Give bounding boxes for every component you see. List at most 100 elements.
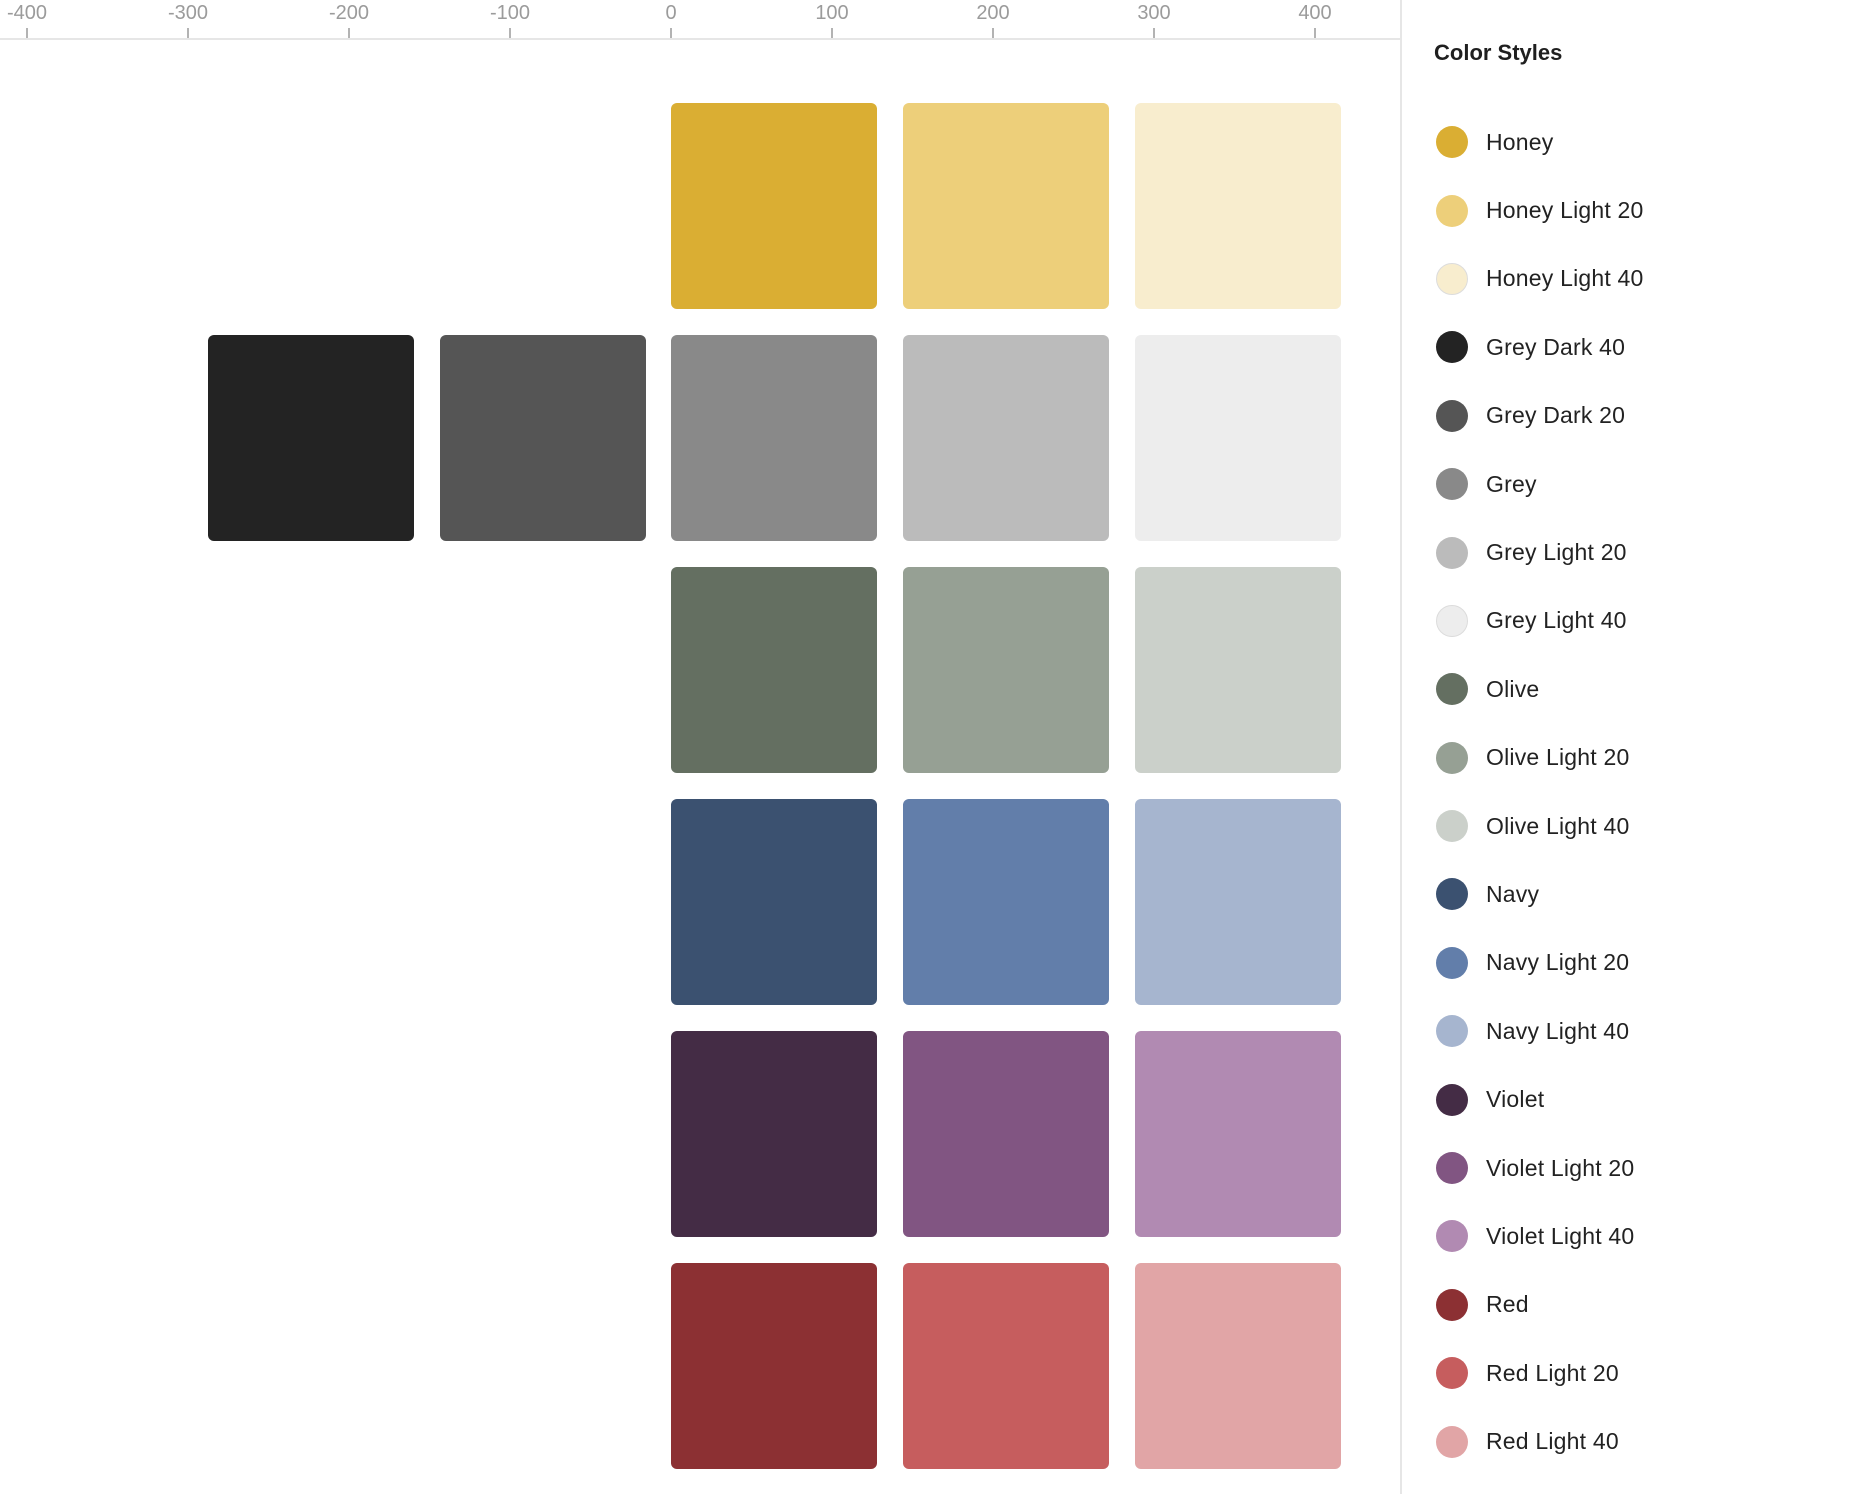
color-style-label: Red — [1486, 1291, 1529, 1318]
color-style-item[interactable]: Grey Dark 20 — [1436, 382, 1856, 450]
ruler-tick-mark — [831, 28, 833, 38]
color-style-item[interactable]: Olive — [1436, 655, 1856, 723]
color-swatch-grey[interactable] — [1135, 335, 1341, 541]
color-swatch-grey[interactable] — [208, 335, 414, 541]
color-dot-icon — [1436, 1357, 1468, 1390]
color-style-item[interactable]: Grey — [1436, 450, 1856, 518]
design-app: -400 -300 -200 -100 0 100 200 300 400 Color Styl… — [0, 0, 1874, 1494]
color-style-label: Navy Light 20 — [1486, 949, 1630, 976]
color-style-label: Grey Dark 20 — [1486, 402, 1626, 429]
color-dot-icon — [1436, 1425, 1468, 1458]
color-dot-icon — [1436, 1288, 1468, 1321]
ruler-tick-label: -300 — [167, 2, 209, 24]
ruler-tick-label: -200 — [328, 2, 370, 24]
color-style-item[interactable]: Violet Light 40 — [1436, 1202, 1856, 1270]
color-style-item[interactable]: Olive Light 40 — [1436, 792, 1856, 860]
color-style-item[interactable]: Violet — [1436, 1065, 1856, 1133]
ruler-tick-mark — [670, 28, 672, 38]
color-style-item[interactable]: Navy Light 40 — [1436, 997, 1856, 1065]
horizontal-ruler: -400 -300 -200 -100 0 100 200 300 400 — [0, 0, 1400, 40]
color-swatch-navy[interactable] — [671, 799, 877, 1005]
color-style-item[interactable]: Red Light 20 — [1436, 1339, 1856, 1407]
panel-title: Color Styles — [1434, 40, 1563, 65]
color-style-item[interactable]: Navy Light 20 — [1436, 929, 1856, 997]
ruler-tick-mark — [1314, 28, 1316, 38]
color-style-label: Grey — [1486, 470, 1537, 497]
ruler-tick-mark — [1153, 28, 1155, 38]
color-dot-icon — [1436, 126, 1468, 159]
color-dot-icon — [1436, 810, 1468, 843]
color-style-label: Red Light 40 — [1486, 1428, 1619, 1455]
color-style-label: Red Light 20 — [1486, 1359, 1619, 1386]
color-dot-icon — [1436, 946, 1468, 979]
color-swatch-navy[interactable] — [1135, 799, 1341, 1005]
color-style-label: Honey Light 40 — [1486, 265, 1644, 292]
color-style-label: Navy — [1486, 880, 1540, 907]
ruler-tick-label: 200 — [976, 2, 1010, 24]
color-swatch-red[interactable] — [671, 1263, 877, 1469]
color-style-label: Grey Dark 40 — [1486, 333, 1626, 360]
color-style-label: Violet — [1486, 1086, 1545, 1113]
color-dot-icon — [1436, 741, 1468, 774]
color-swatch-violet[interactable] — [1135, 1031, 1341, 1237]
color-style-label: Olive Light 20 — [1486, 744, 1630, 771]
ruler-tick-mark — [992, 28, 994, 38]
color-style-item[interactable]: Olive Light 20 — [1436, 724, 1856, 792]
color-dot-icon — [1436, 1083, 1468, 1116]
color-swatch-honey[interactable] — [1135, 103, 1341, 309]
color-style-item[interactable]: Violet Light 20 — [1436, 1134, 1856, 1202]
color-style-label: Olive Light 40 — [1486, 812, 1630, 839]
color-dot-icon — [1436, 604, 1468, 637]
canvas[interactable]: -400 -300 -200 -100 0 100 200 300 400 — [0, 0, 1400, 1494]
color-style-item[interactable]: Grey Light 20 — [1436, 518, 1856, 586]
color-dot-icon — [1436, 331, 1468, 364]
color-dot-icon — [1436, 673, 1468, 706]
ruler-tick-mark — [348, 28, 350, 38]
color-swatch-olive[interactable] — [671, 567, 877, 773]
color-style-item[interactable]: Red Light 40 — [1436, 1407, 1856, 1475]
color-swatch-red[interactable] — [903, 1263, 1109, 1469]
color-style-item[interactable]: Grey Light 40 — [1436, 587, 1856, 655]
color-swatch-grey[interactable] — [903, 335, 1109, 541]
color-style-item[interactable]: Grey Dark 40 — [1436, 313, 1856, 381]
color-swatch-honey[interactable] — [671, 103, 877, 309]
ruler-tick-label: 0 — [665, 2, 677, 24]
ruler-tick-label: 300 — [1137, 2, 1171, 24]
color-swatch-red[interactable] — [1135, 1263, 1341, 1469]
color-swatch-navy[interactable] — [903, 799, 1109, 1005]
color-style-label: Grey Light 20 — [1486, 539, 1627, 566]
color-style-item[interactable]: Navy — [1436, 860, 1856, 928]
color-style-label: Honey Light 20 — [1486, 197, 1644, 224]
color-style-label: Navy Light 40 — [1486, 1017, 1630, 1044]
color-style-label: Olive — [1486, 675, 1540, 702]
color-swatch-grey[interactable] — [440, 335, 646, 541]
color-style-label: Violet Light 40 — [1486, 1222, 1635, 1249]
color-style-item[interactable]: Red — [1436, 1271, 1856, 1339]
color-swatch-grey[interactable] — [671, 335, 877, 541]
color-style-label: Honey — [1486, 128, 1554, 155]
color-dot-icon — [1436, 536, 1468, 569]
ruler-tick-label: 100 — [815, 2, 849, 24]
color-style-item[interactable]: Honey Light 40 — [1436, 245, 1856, 313]
color-style-label: Violet Light 20 — [1486, 1154, 1635, 1181]
color-swatch-olive[interactable] — [1135, 567, 1341, 773]
ruler-tick-mark — [26, 28, 28, 38]
color-dot-icon — [1436, 262, 1468, 295]
color-dot-icon — [1436, 878, 1468, 911]
ruler-tick-mark — [187, 28, 189, 38]
color-swatch-violet[interactable] — [671, 1031, 877, 1237]
color-swatch-olive[interactable] — [903, 567, 1109, 773]
color-dot-icon — [1436, 194, 1468, 227]
color-swatch-honey[interactable] — [903, 103, 1109, 309]
ruler-tick-label: 400 — [1298, 2, 1332, 24]
color-style-item[interactable]: Honey Light 20 — [1436, 176, 1856, 244]
color-style-label: Grey Light 40 — [1486, 607, 1627, 634]
color-dot-icon — [1436, 1152, 1468, 1185]
color-dot-icon — [1436, 468, 1468, 501]
ruler-tick-label: -400 — [6, 2, 48, 24]
color-swatch-violet[interactable] — [903, 1031, 1109, 1237]
ruler-tick-mark — [509, 28, 511, 38]
ruler-tick-label: -100 — [489, 2, 531, 24]
color-style-item[interactable]: Honey — [1436, 108, 1856, 176]
color-dot-icon — [1436, 1015, 1468, 1048]
